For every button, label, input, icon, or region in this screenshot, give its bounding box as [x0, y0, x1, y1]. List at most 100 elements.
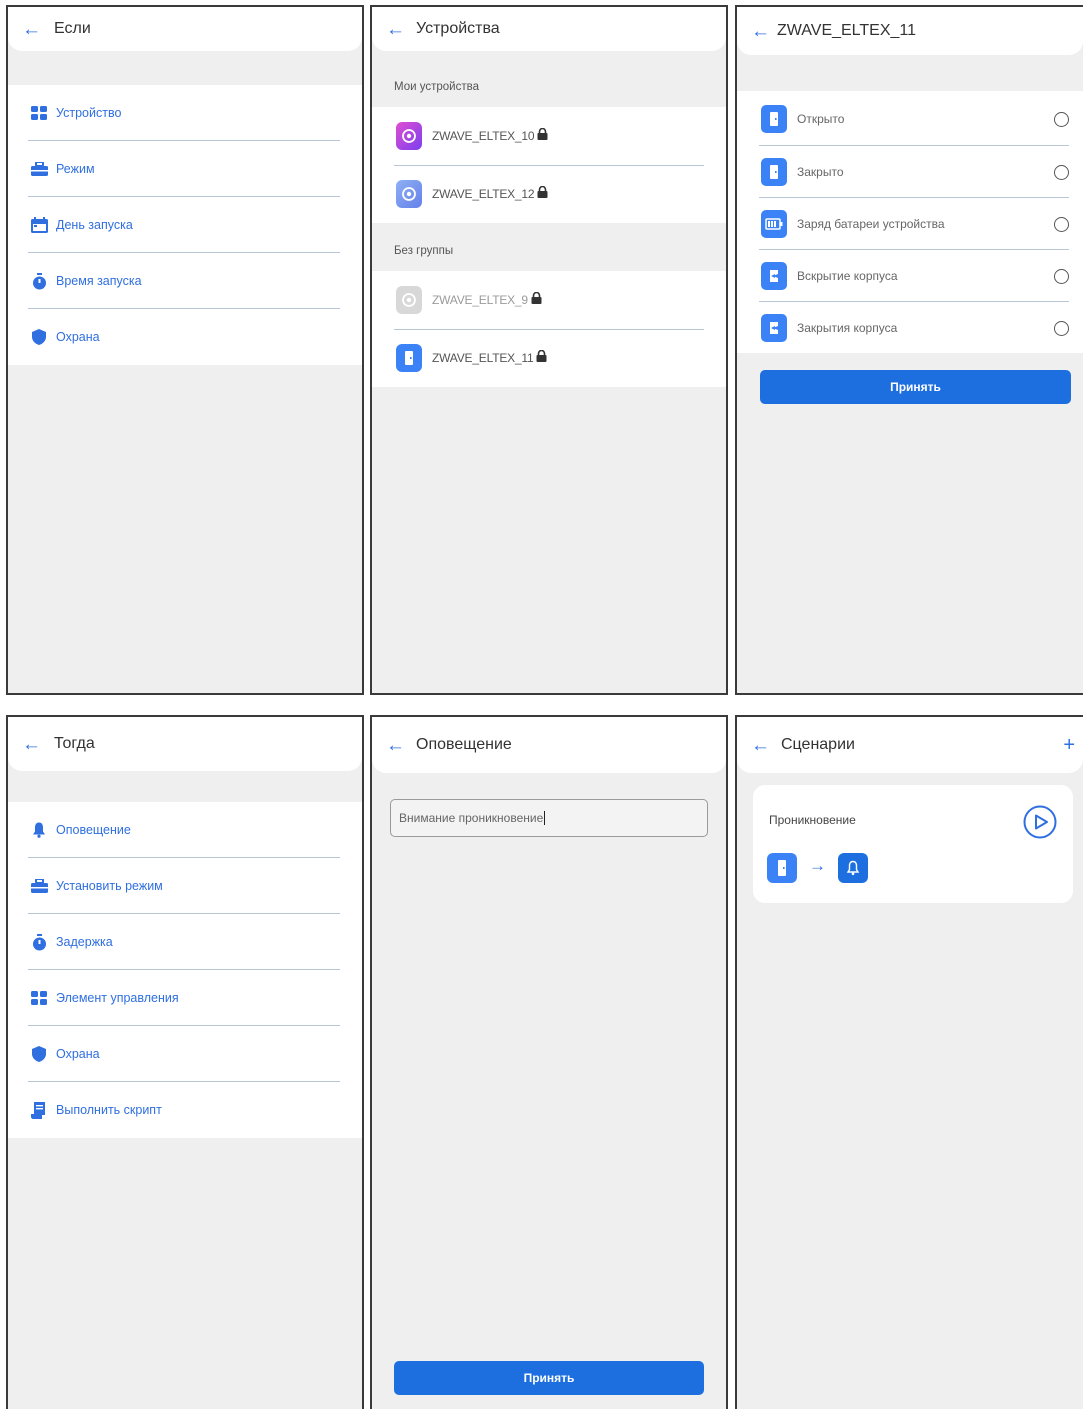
menu-item-delay[interactable]: Задержка	[30, 914, 340, 970]
option-label: Закрытия корпуса	[797, 321, 898, 335]
text-caret	[544, 811, 546, 825]
option-closed[interactable]: Закрыто	[761, 146, 1069, 198]
panel-devices: ← Устройства Мои устройства ZWAVE_ELTEX_…	[370, 5, 728, 695]
menu-item-control-element[interactable]: Элемент управления	[30, 970, 340, 1026]
option-tamper-open[interactable]: Вскрытие корпуса	[761, 250, 1069, 302]
back-arrow-icon[interactable]: ←	[751, 736, 775, 755]
calendar-icon	[30, 217, 48, 233]
play-circle-icon[interactable]	[1023, 805, 1057, 844]
device-list-nogroup: ZWAVE_ELTEX_9 ZWAVE_ELTEX_11	[372, 271, 726, 387]
menu-item-start-day[interactable]: День запуска	[30, 197, 340, 253]
accept-button[interactable]: Принять	[760, 370, 1071, 404]
briefcase-icon	[30, 878, 48, 894]
script-icon	[30, 1101, 48, 1119]
menu-item-device[interactable]: Устройство	[30, 85, 340, 141]
page-title: Если	[54, 20, 91, 37]
scenario-card[interactable]: Проникновение →	[753, 785, 1073, 903]
option-open[interactable]: Открыто	[761, 93, 1069, 145]
grid-icon	[30, 105, 48, 121]
panel-then: ← Тогда Оповещение Установить режим Заде…	[6, 715, 364, 1409]
briefcase-icon	[30, 161, 48, 177]
device-name: ZWAVE_ELTEX_12	[432, 187, 535, 201]
back-arrow-icon[interactable]: ←	[386, 736, 410, 755]
bell-icon	[838, 853, 868, 883]
option-battery[interactable]: Заряд батареи устройства	[761, 198, 1069, 250]
menu-item-label: Охрана	[56, 330, 100, 344]
back-arrow-icon[interactable]: ←	[22, 20, 46, 39]
radio-button[interactable]	[1054, 216, 1069, 232]
door-icon	[767, 853, 797, 883]
menu-item-label: Охрана	[56, 1047, 100, 1061]
battery-icon	[761, 210, 787, 238]
lock-icon	[537, 185, 548, 203]
menu-list: Оповещение Установить режим Задержка Эле…	[8, 802, 362, 1138]
panel-if: ← Если Устройство Режим День запуска Вре…	[6, 5, 364, 695]
radio-button[interactable]	[1054, 268, 1069, 284]
grid-icon	[30, 990, 48, 1006]
option-label: Заряд батареи устройства	[797, 217, 945, 231]
option-label: Вскрытие корпуса	[797, 269, 898, 283]
page-title: ZWAVE_ELTEX_11	[777, 22, 917, 39]
radio-button[interactable]	[1054, 164, 1069, 180]
device-list-mine: ZWAVE_ELTEX_10 ZWAVE_ELTEX_12	[372, 107, 726, 223]
page-title: Сценарии	[781, 736, 855, 753]
bell-icon	[30, 822, 48, 838]
radio-button[interactable]	[1054, 320, 1069, 336]
tamper-icon	[761, 314, 787, 342]
menu-item-start-time[interactable]: Время запуска	[30, 253, 340, 309]
plus-icon[interactable]: +	[1063, 735, 1075, 755]
header: ← Сценарии +	[737, 717, 1083, 773]
tamper-icon	[761, 262, 787, 290]
device-row[interactable]: ZWAVE_ELTEX_12	[396, 165, 706, 223]
menu-item-label: Устройство	[56, 106, 122, 120]
header: ← Тогда	[8, 717, 362, 771]
menu-item-label: Оповещение	[56, 823, 131, 837]
sensor-icon	[396, 122, 422, 150]
menu-item-label: Элемент управления	[56, 991, 179, 1005]
door-icon	[396, 344, 422, 372]
lock-icon	[531, 291, 542, 309]
section-label-no-group: Без группы	[394, 245, 454, 257]
section-label-my-devices: Мои устройства	[394, 81, 479, 93]
menu-item-label: День запуска	[56, 218, 133, 232]
lock-icon	[536, 349, 547, 367]
door-icon	[761, 105, 787, 133]
menu-item-guard[interactable]: Охрана	[30, 309, 340, 365]
back-arrow-icon[interactable]: ←	[386, 20, 410, 39]
header: ← ZWAVE_ELTEX_11	[737, 7, 1083, 55]
menu-item-notification[interactable]: Оповещение	[30, 802, 340, 858]
menu-list: Устройство Режим День запуска Время запу…	[8, 85, 362, 365]
device-row[interactable]: ZWAVE_ELTEX_10	[396, 107, 706, 165]
menu-item-set-mode[interactable]: Установить режим	[30, 858, 340, 914]
input-value: Внимание проникновение	[399, 811, 544, 825]
menu-item-label: Время запуска	[56, 274, 142, 288]
lock-icon	[537, 127, 548, 145]
panel-device-detail: ← ZWAVE_ELTEX_11 Открыто Закрыто Заряд б…	[735, 5, 1083, 695]
menu-item-label: Режим	[56, 162, 95, 176]
option-tamper-close[interactable]: Закрытия корпуса	[761, 302, 1069, 354]
page-title: Оповещение	[416, 736, 512, 753]
device-row[interactable]: ZWAVE_ELTEX_11	[396, 329, 706, 387]
shield-icon	[30, 1046, 48, 1062]
back-arrow-icon[interactable]: ←	[751, 22, 775, 41]
accept-button[interactable]: Принять	[394, 1361, 704, 1395]
device-row[interactable]: ZWAVE_ELTEX_9	[396, 271, 706, 329]
menu-item-run-script[interactable]: Выполнить скрипт	[30, 1082, 340, 1138]
notification-text-input[interactable]: Внимание проникновение	[390, 799, 708, 837]
device-name: ZWAVE_ELTEX_10	[432, 129, 535, 143]
header: ← Оповещение	[372, 717, 726, 773]
radio-button[interactable]	[1054, 111, 1069, 127]
shield-icon	[30, 329, 48, 345]
menu-item-mode[interactable]: Режим	[30, 141, 340, 197]
stopwatch-icon	[30, 933, 48, 950]
sensor-icon	[396, 286, 422, 314]
option-list: Открыто Закрыто Заряд батареи устройства…	[737, 91, 1083, 353]
menu-item-guard[interactable]: Охрана	[30, 1026, 340, 1082]
menu-item-label: Выполнить скрипт	[56, 1103, 162, 1117]
header: ← Устройства	[372, 7, 726, 51]
back-arrow-icon[interactable]: ←	[22, 735, 46, 754]
option-label: Закрыто	[797, 165, 844, 179]
menu-item-label: Установить режим	[56, 879, 163, 893]
stopwatch-icon	[30, 272, 48, 289]
panel-notification: ← Оповещение Внимание проникновение Прин…	[370, 715, 728, 1409]
